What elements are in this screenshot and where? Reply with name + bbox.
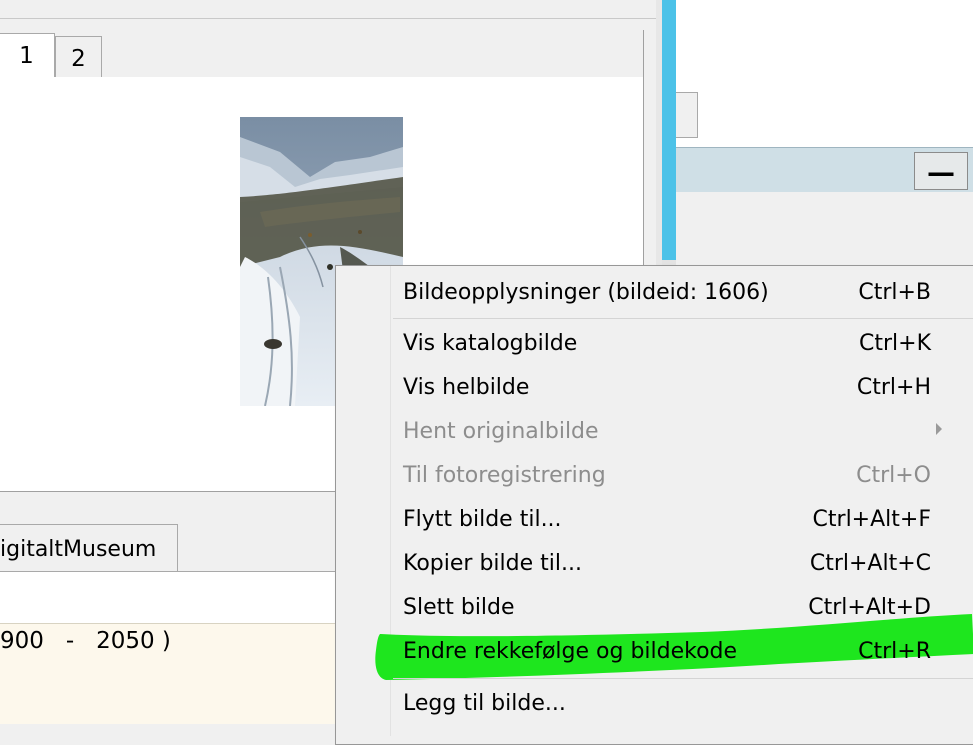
menu-item-til-fotoregistrering[interactable]: Til fotoregistrering (403, 463, 606, 488)
shortcut-ctrl-r: Ctrl+R (858, 639, 931, 664)
shortcut-ctrl-alt-f: Ctrl+Alt+F (812, 507, 931, 532)
minimize-button[interactable]: — (914, 152, 968, 190)
tab-digitaltmuseum[interactable]: igitaltMuseum (0, 524, 178, 571)
menu-item-hent-originalbilde[interactable]: Hent originalbilde (403, 419, 599, 444)
shortcut-ctrl-h: Ctrl+H (856, 375, 931, 400)
menu-item-bildeopplysninger[interactable]: Bildeopplysninger (bildeid: 1606) (403, 280, 769, 305)
menu-item-vis-katalogbilde[interactable]: Vis katalogbilde (403, 331, 577, 356)
shortcut-ctrl-b: Ctrl+B (858, 280, 931, 305)
right-panel-content (676, 0, 973, 147)
menu-separator (393, 318, 973, 319)
shortcut-ctrl-o: Ctrl+O (856, 463, 931, 488)
submenu-arrow-icon (936, 423, 942, 435)
year-range-text: 900 - 2050 ) (0, 628, 171, 654)
tab-1[interactable]: 1 (0, 33, 55, 77)
menu-item-endre-rekkefolge[interactable]: Endre rekkefølge og bildekode (403, 639, 737, 664)
menu-item-flytt-bilde[interactable]: Flytt bilde til... (403, 507, 562, 532)
right-tab-fragment[interactable] (676, 92, 698, 138)
menu-item-legg-til-bilde[interactable]: Legg til bilde... (403, 691, 566, 716)
splitter-handle[interactable] (662, 0, 676, 260)
menu-separator (393, 678, 973, 679)
tab-2[interactable]: 2 (55, 36, 102, 77)
menu-item-kopier-bilde[interactable]: Kopier bilde til... (403, 551, 582, 576)
top-strip (0, 0, 660, 19)
shortcut-ctrl-k: Ctrl+K (858, 331, 931, 356)
shortcut-ctrl-alt-c: Ctrl+Alt+C (809, 551, 931, 576)
menu-item-vis-helbilde[interactable]: Vis helbilde (403, 375, 529, 400)
